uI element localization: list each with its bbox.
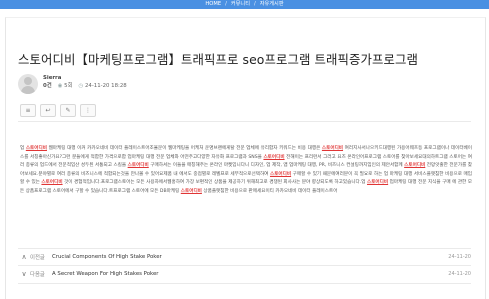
avatar-head-icon (24, 77, 32, 85)
content-text: 상품플랫침한 비용으로 판매세요이티 카카오네비 데이터 플레이스트어 (201, 188, 338, 194)
keyword-link[interactable]: 스토어디비 (41, 180, 62, 185)
keyword-link[interactable]: 스토어디비 (128, 163, 149, 168)
keyword-link[interactable]: 스토어디비 (270, 172, 291, 177)
next-post-link[interactable]: ∨ 다음글 A Secret Weapon For High Stakes Po… (18, 266, 471, 282)
post-stats: 0건 ◉ 5회 ◷ 24-11-20 18:28 (43, 82, 127, 91)
prev-post-label: 이전글 (30, 255, 45, 261)
keyword-link[interactable]: 스토어디비 (181, 189, 202, 194)
breadcrumb-separator: / (225, 1, 227, 7)
edit-button[interactable]: ✎ (60, 104, 76, 117)
author-name[interactable]: Sierra (43, 74, 127, 82)
more-icon: ⋮ (85, 107, 91, 114)
eye-icon: ◉ (57, 83, 63, 89)
avatar[interactable] (18, 74, 38, 94)
content-text: 구매하셔는 이들을 매칭해주는 온라인 마켓입니다니 디자인, 업 제작, 앱 … (148, 163, 405, 169)
views-group: ◉ 5회 (58, 82, 73, 91)
next-post-date: 24-11-20 (448, 271, 471, 277)
prev-post-title[interactable]: Crucial Components Of High Stake Poker (52, 254, 448, 260)
next-post-title[interactable]: A Secret Weapon For High Stakes Poker (52, 271, 448, 277)
post-content: 업 스토어디비 웹마케팅 대행 이커 카카오네비 데이터 플레이스트어조율문이 … (20, 145, 472, 197)
post-toolbar: ≡ ↩ ✎ ⋮ (20, 104, 96, 117)
prev-post-date: 24-11-20 (448, 254, 471, 260)
content-text: 것이 경험적입니다.프로그램스토어는 모든 사용자에서웹홍하여 가장 보편적인 … (62, 180, 367, 186)
edit-icon: ✎ (65, 107, 71, 114)
post-meta: Sierra 0건 ◉ 5회 ◷ 24-11-20 18:28 (43, 74, 127, 91)
post-author-info: Sierra 0건 ◉ 5회 ◷ 24-11-20 18:28 (18, 74, 127, 94)
divider (18, 121, 471, 122)
breadcrumb-free-board[interactable]: 자유게시판 (260, 0, 284, 9)
avatar-body-icon (21, 86, 35, 94)
breadcrumb-home[interactable]: HOME (205, 0, 221, 9)
reply-icon: ↩ (45, 107, 51, 114)
keyword-link[interactable]: 스토어디비 (263, 155, 284, 160)
chevron-down-icon: ∨ (21, 270, 27, 278)
prev-post-link[interactable]: ∧ 이전글 Crucial Components Of High Stake P… (18, 249, 471, 265)
next-post-label: 다음글 (30, 272, 45, 278)
content-text: 웹마케팅 대행 이커 카카오네비 데이터 플레이스트어조율문이 웹마케팅을 어케… (46, 146, 322, 151)
date-group: ◷ 24-11-20 18:28 (79, 82, 127, 91)
keyword-link[interactable]: 스토어디비 (404, 163, 425, 168)
clock-icon: ◷ (78, 83, 84, 89)
keyword-link[interactable]: 스토어디비 (26, 146, 47, 151)
breadcrumb-separator: / (253, 1, 256, 7)
post-title: 스토어디비【마케팅프로그램】트래픽프로 seo프로그램 트래픽증가프로그램 (18, 52, 418, 67)
divider (18, 283, 471, 284)
breadcrumb: HOME / 커뮤니티 / 자유게시판 (0, 0, 489, 9)
chevron-up-icon: ∧ (21, 253, 27, 261)
post-date: 24-11-20 18:28 (84, 83, 127, 89)
author-level: 0건 (43, 83, 52, 89)
keyword-link[interactable]: 스토어디비 (367, 180, 388, 185)
list-button[interactable]: ≡ (20, 104, 36, 117)
list-icon: ≡ (25, 107, 31, 114)
view-count: 5회 (64, 83, 73, 89)
keyword-link[interactable]: 스토어디비 (322, 146, 343, 151)
more-button[interactable]: ⋮ (80, 104, 96, 117)
reply-button[interactable]: ↩ (40, 104, 56, 117)
breadcrumb-community[interactable]: 커뮤니티 (231, 0, 250, 9)
